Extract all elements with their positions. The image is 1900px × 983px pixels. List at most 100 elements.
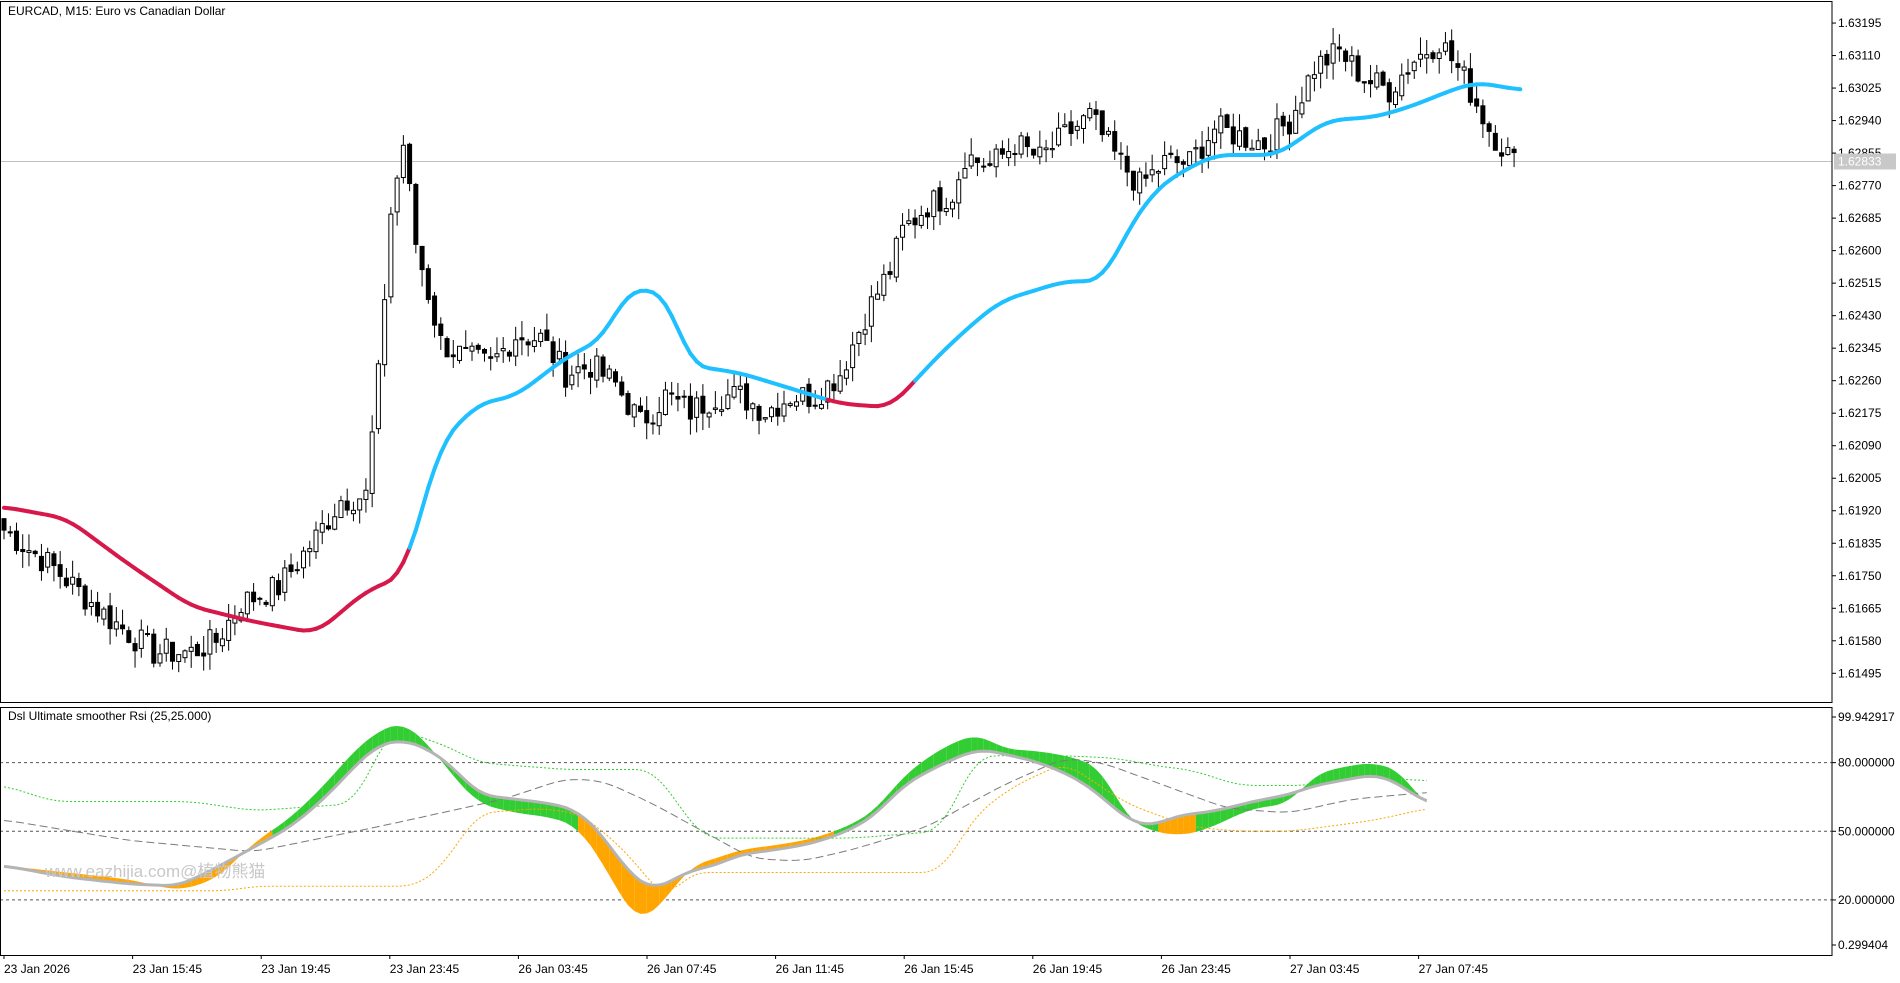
candle-bearish	[96, 602, 100, 616]
candle-bullish	[351, 510, 355, 513]
candle-bullish	[245, 592, 249, 614]
candle-bullish	[919, 215, 923, 225]
candle-bearish	[832, 384, 836, 391]
candle-bearish	[433, 296, 437, 325]
candle-bullish	[651, 423, 655, 424]
price-tick-label: 1.61665	[1838, 601, 1882, 615]
candle-bearish	[451, 355, 455, 357]
candle-bullish	[514, 340, 518, 356]
candle-bearish	[8, 532, 12, 533]
candle-bearish	[688, 396, 692, 419]
candle-bullish	[364, 490, 368, 499]
candle-bearish	[507, 352, 511, 356]
candle-bullish	[1050, 149, 1054, 150]
rsi-fill-segment	[1364, 764, 1370, 777]
candle-bullish	[851, 345, 855, 368]
candle-bearish	[345, 501, 349, 510]
candle-bullish	[220, 639, 224, 646]
candle-bearish	[1175, 157, 1179, 163]
price-tick-label: 1.62600	[1838, 244, 1882, 258]
candle-bearish	[1262, 138, 1266, 149]
candle-bearish	[1369, 81, 1373, 84]
price-tick-label: 1.61920	[1838, 504, 1882, 518]
rsi-fill-segment	[977, 737, 983, 751]
candle-bullish	[1412, 62, 1416, 70]
mt5-chart-window[interactable]: 1.631951.631101.630251.629401.628551.627…	[0, 0, 1900, 978]
price-tick-label: 1.62005	[1838, 471, 1882, 485]
candle-bearish	[1013, 154, 1017, 155]
candle-bearish	[620, 382, 624, 395]
candle-bullish	[1106, 131, 1110, 134]
candle-bullish	[720, 410, 724, 412]
chart-canvas[interactable]: 1.631951.631101.630251.629401.628551.627…	[0, 0, 1900, 978]
candle-bullish	[844, 370, 848, 378]
price-tick-label: 1.62090	[1838, 439, 1882, 453]
price-tick-label: 1.63195	[1838, 16, 1882, 30]
candle-bullish	[1007, 152, 1011, 158]
candle-bullish	[333, 517, 337, 529]
candle-bullish	[1150, 170, 1154, 175]
candle-bearish	[1100, 111, 1104, 135]
candle-bullish	[183, 651, 187, 658]
candle-bearish	[1337, 47, 1341, 49]
candle-bearish	[1244, 128, 1248, 148]
candle-bearish	[1000, 149, 1004, 154]
time-tick-label: 27 Jan 03:45	[1290, 962, 1360, 976]
candle-bullish	[376, 364, 380, 429]
candle-bearish	[1113, 132, 1117, 152]
candle-bullish	[208, 630, 212, 654]
candle-bearish	[614, 372, 618, 382]
candle-bullish	[738, 386, 742, 389]
candle-bullish	[370, 432, 374, 493]
candle-bullish	[1038, 147, 1042, 157]
current-price-label: 1.62833	[1838, 155, 1882, 169]
candle-bullish	[857, 332, 861, 343]
candle-bearish	[938, 188, 942, 211]
time-tick-label: 23 Jan 2026	[4, 962, 70, 976]
candle-bearish	[252, 592, 256, 602]
candle-bullish	[308, 549, 312, 552]
price-tick-label: 1.62685	[1838, 211, 1882, 225]
candle-bullish	[158, 654, 162, 663]
candle-bullish	[89, 603, 93, 607]
candle-bearish	[982, 166, 986, 167]
candle-bearish	[776, 408, 780, 416]
candle-bearish	[589, 372, 593, 377]
candle-bullish	[876, 294, 880, 299]
candle-bearish	[277, 581, 281, 595]
time-tick-label: 26 Jan 23:45	[1161, 962, 1231, 976]
candle-bearish	[1200, 147, 1204, 158]
candle-bearish	[1231, 127, 1235, 144]
candle-bearish	[1287, 122, 1291, 134]
price-tick-label: 1.62430	[1838, 309, 1882, 323]
candle-bullish	[557, 351, 561, 358]
candle-bearish	[39, 556, 43, 570]
candle-bearish	[1144, 175, 1148, 178]
rsi-fill-segment	[1190, 813, 1196, 833]
rsi-fill-segment	[1183, 814, 1189, 834]
candle-bearish	[1225, 115, 1229, 128]
candle-bearish	[326, 526, 330, 529]
candle-bearish	[1025, 137, 1029, 147]
candle-bullish	[1350, 56, 1354, 61]
candle-bullish	[1044, 148, 1048, 150]
rsi-fill-segment	[528, 801, 534, 815]
candle-bullish	[383, 300, 387, 365]
candle-bullish	[1294, 110, 1298, 133]
candle-bullish	[270, 578, 274, 606]
indicator-tick-label: 20.000000	[1838, 893, 1895, 907]
candle-bearish	[551, 342, 555, 363]
candle-bullish	[1312, 75, 1316, 79]
rsi-fill-segment	[1196, 813, 1202, 832]
candle-bullish	[963, 169, 967, 178]
candle-bearish	[1325, 54, 1329, 65]
candle-bullish	[283, 568, 287, 592]
candle-bearish	[1281, 116, 1285, 126]
price-tick-label: 1.61750	[1838, 569, 1882, 583]
candle-bearish	[526, 342, 530, 345]
candle-bearish	[170, 642, 174, 661]
candle-bearish	[813, 405, 817, 406]
candle-bearish	[408, 144, 412, 183]
rsi-fill-segment	[391, 726, 397, 742]
candle-bearish	[626, 394, 630, 415]
